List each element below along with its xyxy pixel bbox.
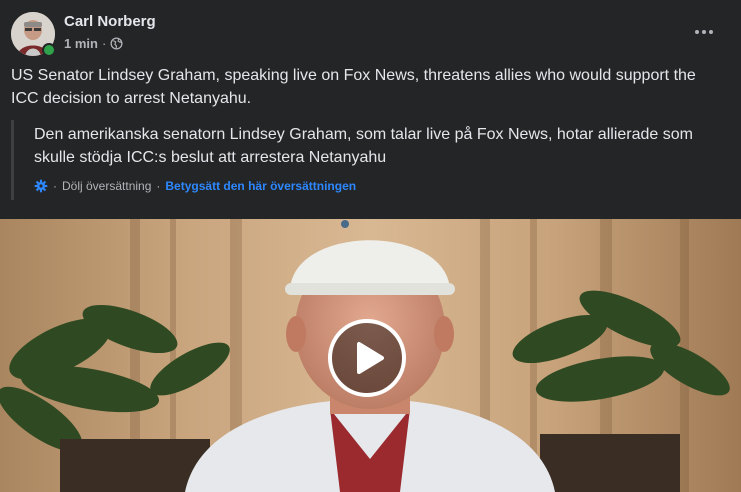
- more-icon: [695, 30, 713, 34]
- translation-block: Den amerikanska senatorn Lindsey Graham,…: [11, 120, 729, 200]
- play-button[interactable]: [328, 319, 406, 397]
- more-options-button[interactable]: [688, 16, 720, 48]
- tools-separator: ·: [53, 179, 57, 193]
- meta-separator: ·: [101, 36, 107, 51]
- post-text: US Senator Lindsey Graham, speaking live…: [11, 67, 696, 107]
- translation-tools: · Dölj översättning · Betygsätt den här …: [34, 179, 356, 193]
- gear-icon[interactable]: [34, 179, 48, 193]
- globe-icon: [110, 37, 123, 50]
- post-header: Carl Norberg 1 min ·: [0, 0, 741, 66]
- author-name[interactable]: Carl Norberg: [64, 13, 156, 30]
- post-time[interactable]: 1 min: [64, 36, 98, 51]
- rate-translation-link[interactable]: Betygsätt den här översättningen: [165, 179, 356, 193]
- post-meta: 1 min ·: [64, 36, 123, 51]
- video-player[interactable]: [0, 219, 741, 492]
- online-status-dot: [42, 43, 56, 57]
- hide-translation-link[interactable]: Dölj översättning: [62, 179, 151, 193]
- translation-text: Den amerikanska senatorn Lindsey Graham,…: [34, 126, 693, 166]
- post-card: Carl Norberg 1 min · US Senator Lindsey …: [0, 0, 741, 492]
- play-icon: [357, 342, 384, 374]
- tools-separator: ·: [156, 179, 161, 193]
